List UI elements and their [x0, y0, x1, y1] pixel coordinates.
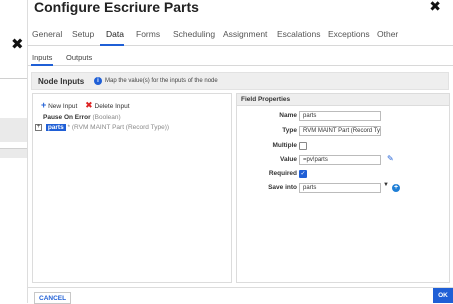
multiple-checkbox[interactable] — [299, 142, 307, 150]
tab-data[interactable]: Data — [106, 29, 124, 39]
subtab-inputs[interactable]: Inputs — [32, 53, 52, 62]
background-page: ✖ — [0, 0, 30, 303]
subtab-outputs[interactable]: Outputs — [66, 53, 92, 62]
delete-x-icon[interactable]: ✖ — [85, 100, 93, 110]
ok-button[interactable]: OK — [433, 288, 453, 303]
add-variable-icon[interactable]: + — [392, 184, 400, 192]
tab-other[interactable]: Other — [377, 29, 398, 39]
background-row — [0, 148, 30, 158]
type-label: Type — [282, 127, 297, 134]
background-row — [0, 118, 30, 142]
tree-item-pause-on-error[interactable]: Pause On Error (Boolean) — [43, 114, 121, 121]
info-icon: i — [94, 77, 102, 85]
field-properties-header: Field Properties — [237, 94, 449, 106]
tab-exceptions[interactable]: Exceptions — [328, 29, 370, 39]
tab-forms[interactable]: Forms — [136, 29, 160, 39]
value-label: Value — [280, 156, 297, 163]
dialog-title: Configure Escriure Parts — [34, 0, 199, 15]
new-input-button[interactable]: New Input — [48, 103, 77, 110]
tab-general[interactable]: General — [32, 29, 62, 39]
configure-dialog: Configure Escriure Parts ✖ General Setup… — [27, 0, 453, 304]
tab-assignment[interactable]: Assignment — [223, 29, 267, 39]
dropdown-caret-icon[interactable]: ▼ — [383, 182, 389, 188]
tab-scheduling[interactable]: Scheduling — [173, 29, 215, 39]
active-subtab-indicator — [31, 64, 53, 66]
save-into-label: Save into — [268, 184, 297, 191]
tree-item-name: Pause On Error — [43, 114, 91, 121]
name-label: Name — [279, 112, 297, 119]
tab-escalations[interactable]: Escalations — [277, 29, 320, 39]
tab-bar: General Setup Data Forms Scheduling Assi… — [28, 22, 453, 46]
tree-item-parts[interactable]: + parts * (RVM MAINT Part (Record Type)) — [35, 124, 170, 132]
footer-divider — [28, 287, 453, 288]
node-inputs-bar: Node Inputs i Map the value(s) for the i… — [31, 72, 449, 90]
required-label: Required — [268, 170, 297, 177]
dialog-close-icon[interactable]: ✖ — [429, 0, 441, 15]
tree-item-type: (Boolean) — [92, 114, 121, 121]
multiple-label: Multiple — [272, 142, 297, 149]
save-into-field[interactable]: parts — [299, 183, 381, 193]
tab-setup[interactable]: Setup — [72, 29, 94, 39]
type-field[interactable]: RVM MAINT Part (Record Type) — [299, 126, 381, 136]
expand-icon[interactable]: + — [35, 124, 42, 131]
tree-toolbar: + New Input ✖ Delete Input — [41, 100, 130, 111]
node-inputs-hint: Map the value(s) for the inputs of the n… — [105, 78, 218, 84]
cancel-button[interactable]: CANCEL — [34, 292, 72, 304]
required-star-icon: * — [67, 124, 71, 132]
close-icon[interactable]: ✖ — [11, 35, 24, 53]
delete-input-button[interactable]: Delete Input — [95, 103, 130, 110]
required-checkbox[interactable]: ✓ — [299, 170, 307, 178]
node-inputs-label: Node Inputs — [38, 77, 85, 86]
edit-expression-icon[interactable]: ✎ — [387, 154, 394, 163]
name-field[interactable]: parts — [299, 111, 381, 121]
subtab-bar: Inputs Outputs — [28, 48, 453, 66]
value-field[interactable]: =pv!parts — [299, 155, 381, 165]
active-tab-indicator — [100, 44, 124, 46]
inputs-tree-panel: + New Input ✖ Delete Input Pause On Erro… — [32, 93, 232, 283]
field-properties-panel: Field Properties Name parts Type RVM MAI… — [236, 93, 450, 283]
tree-item-type: (RVM MAINT Part (Record Type)) — [71, 124, 170, 132]
divider — [0, 78, 30, 79]
tree-item-name-selected: parts — [45, 124, 66, 132]
plus-icon[interactable]: + — [41, 100, 46, 110]
